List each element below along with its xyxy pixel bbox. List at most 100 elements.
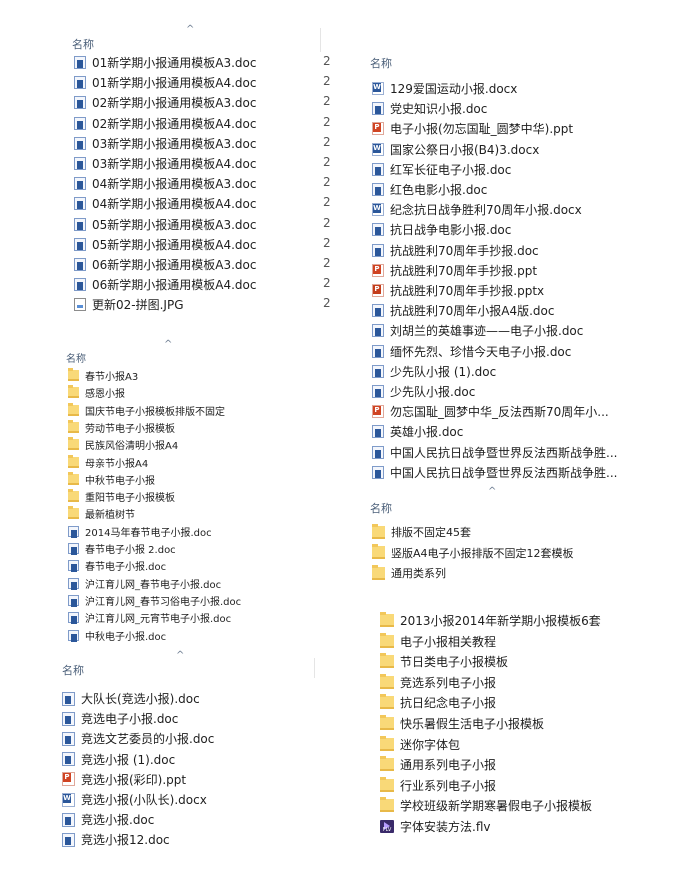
file-row[interactable]: 中国人民抗日战争暨世界反法西斯战争胜... bbox=[372, 464, 617, 481]
folder-row[interactable]: 通用系列电子小报 bbox=[380, 756, 496, 773]
file-row[interactable]: 大队长(竞选小报).doc bbox=[62, 690, 200, 707]
folder-row[interactable]: 2013小报2014年新学期小报模板6套 bbox=[380, 612, 601, 629]
file-row[interactable]: 更新02-拼图.JPG bbox=[74, 296, 184, 313]
file-row[interactable]: 中秋电子小报.doc bbox=[68, 628, 166, 643]
folder-row[interactable]: 最新植树节 bbox=[68, 506, 135, 521]
folder-row[interactable]: 通用类系列 bbox=[372, 564, 446, 581]
file-row[interactable]: 勿忘国耻_圆梦中华_反法西斯70周年小... bbox=[372, 403, 609, 420]
file-row[interactable]: 抗战胜利70周年手抄报.doc bbox=[372, 242, 539, 259]
file-row[interactable]: 抗战胜利70周年手抄报.pptx bbox=[372, 282, 544, 299]
column-separator[interactable] bbox=[314, 658, 315, 678]
file-row[interactable]: 03新学期小报通用模板A4.doc bbox=[74, 155, 257, 172]
file-row[interactable]: 02新学期小报通用模板A3.doc bbox=[74, 94, 257, 111]
file-row[interactable]: 抗战胜利70周年手抄报.ppt bbox=[372, 262, 537, 279]
file-row[interactable]: 沪江育儿网_春节习俗电子小报.doc bbox=[68, 593, 241, 608]
file-row[interactable]: 红色电影小报.doc bbox=[372, 181, 487, 198]
file-row[interactable]: 02新学期小报通用模板A4.doc bbox=[74, 115, 257, 132]
file-name: 春节小报A3 bbox=[85, 372, 139, 383]
column-separator[interactable] bbox=[320, 28, 321, 52]
folder-row[interactable]: 学校班级新学期寒暑假电子小报模板 bbox=[380, 797, 592, 814]
file-row[interactable]: 沪江育儿网_春节电子小报.doc bbox=[68, 576, 221, 591]
column-header-name[interactable]: 名称 bbox=[72, 36, 94, 52]
folder-row[interactable]: 迷你字体包 bbox=[380, 735, 460, 753]
folder-icon bbox=[380, 612, 394, 627]
file-row[interactable]: 竞选小报12.doc bbox=[62, 831, 170, 848]
file-row[interactable]: 05新学期小报通用模板A3.doc bbox=[74, 216, 257, 233]
file-row[interactable]: 03新学期小报通用模板A3.doc bbox=[74, 135, 257, 152]
file-row[interactable]: 党史知识小报.doc bbox=[372, 100, 487, 117]
file-row[interactable]: 竞选小报.doc bbox=[62, 811, 154, 828]
folder-row[interactable]: 重阳节电子小报模板 bbox=[68, 489, 175, 504]
file-row[interactable]: 纪念抗日战争胜利70周年小报.docx bbox=[372, 201, 582, 218]
word-document-icon bbox=[372, 364, 384, 378]
folder-row[interactable]: 竖版A4电子小报排版不固定12套模板 bbox=[372, 544, 574, 561]
file-row[interactable]: 中国人民抗日战争暨世界反法西斯战争胜... bbox=[372, 444, 617, 461]
file-row[interactable]: 沪江育儿网_元宵节电子小报.doc bbox=[68, 610, 231, 625]
file-row[interactable]: 红军长征电子小报.doc bbox=[372, 161, 511, 178]
file-row[interactable]: 电子小报(勿忘国耻_圆梦中华).ppt bbox=[372, 120, 573, 137]
column-header[interactable]: 名称 ^ bbox=[56, 650, 322, 680]
file-row[interactable]: 少先队小报.doc bbox=[372, 383, 475, 400]
folder-row[interactable]: 春节小报A3 bbox=[68, 368, 138, 383]
file-list-panel-c: 名称 ^ 大队长(竞选小报).doc 竞选电子小报.doc 竞选文艺委员的小报.do… bbox=[56, 650, 322, 860]
file-name: 中秋电子小报.doc bbox=[85, 631, 167, 643]
file-row[interactable]: 竞选小报 (1).doc bbox=[62, 751, 175, 768]
file-row[interactable]: 刘胡兰的英雄事迹——电子小报.doc bbox=[372, 322, 583, 339]
column-header[interactable]: 名称 bbox=[360, 42, 650, 72]
folder-row[interactable]: 行业系列电子小报 bbox=[380, 776, 496, 794]
file-row[interactable]: 竞选文艺委员的小报.doc bbox=[62, 730, 214, 747]
file-row[interactable]: 春节电子小报.doc bbox=[68, 558, 166, 573]
file-name: 05新学期小报通用模板A4.doc bbox=[92, 237, 257, 252]
column-header[interactable]: 名称 ^ bbox=[56, 338, 316, 365]
file-row[interactable]: 字体安装方法.flv bbox=[380, 818, 490, 835]
column-header-name[interactable]: 名称 bbox=[370, 500, 392, 516]
folder-row[interactable]: 快乐暑假生活电子小报模板 bbox=[380, 715, 544, 732]
word-document-icon bbox=[372, 425, 384, 439]
column-header-name[interactable]: 名称 bbox=[66, 350, 86, 365]
date-modified-cell: 2 bbox=[323, 114, 331, 129]
column-header[interactable]: 名称 ^ bbox=[362, 486, 622, 522]
column-header[interactable]: 名称 ^ bbox=[60, 20, 330, 52]
file-row[interactable]: 国家公祭日小报(B4)3.docx bbox=[372, 141, 539, 158]
file-row[interactable]: 06新学期小报通用模板A3.doc bbox=[74, 256, 257, 273]
file-row[interactable]: 05新学期小报通用模板A4.doc bbox=[74, 236, 257, 253]
file-row[interactable]: 01新学期小报通用模板A3.doc bbox=[74, 54, 257, 71]
file-row[interactable]: 2014马年春节电子小报.doc bbox=[68, 524, 212, 539]
folder-row[interactable]: 抗日纪念电子小报 bbox=[380, 694, 496, 711]
file-row[interactable]: 01新学期小报通用模板A4.doc bbox=[74, 74, 257, 91]
file-row[interactable]: 06新学期小报通用模板A4.doc bbox=[74, 276, 257, 293]
file-row[interactable]: 缅怀先烈、珍惜今天电子小报.doc bbox=[372, 343, 571, 360]
file-row[interactable]: 抗日战争电影小报.doc bbox=[372, 221, 511, 238]
folder-row[interactable]: 电子小报相关教程 bbox=[380, 632, 496, 650]
folder-icon bbox=[380, 776, 394, 792]
file-row[interactable]: 04新学期小报通用模板A4.doc bbox=[74, 195, 257, 212]
folder-icon bbox=[380, 694, 394, 710]
file-row[interactable]: 129爱国运动小报.docx bbox=[372, 80, 517, 97]
file-row[interactable]: 少先队小报 (1).doc bbox=[372, 363, 496, 380]
file-row[interactable]: 竞选小报(彩印).ppt bbox=[62, 771, 186, 788]
word-document-icon bbox=[74, 278, 86, 292]
column-header-name[interactable]: 名称 bbox=[62, 662, 84, 678]
folder-row[interactable]: 感恩小报 bbox=[68, 385, 125, 400]
folder-row[interactable]: 母亲节小报A4 bbox=[68, 454, 148, 470]
column-header-name[interactable]: 名称 bbox=[370, 55, 392, 71]
file-row[interactable]: 抗战胜利70周年小报A4版.doc bbox=[372, 302, 555, 319]
sort-ascending-icon: ^ bbox=[164, 339, 173, 350]
file-row[interactable]: 英雄小报.doc bbox=[372, 423, 463, 440]
file-row[interactable]: 春节电子小报 2.doc bbox=[68, 541, 176, 556]
folder-row[interactable]: 民族风俗清明小报A4 bbox=[68, 437, 178, 452]
file-name: 竞选文艺委员的小报.doc bbox=[81, 732, 215, 747]
file-row[interactable]: 竞选小报(小队长).docx bbox=[62, 791, 207, 808]
folder-row[interactable]: 竞选系列电子小报 bbox=[380, 673, 496, 691]
folder-row[interactable]: 国庆节电子小报模板排版不固定 bbox=[68, 402, 225, 418]
folder-row[interactable]: 排版不固定45套 bbox=[372, 523, 471, 540]
folder-row[interactable]: 劳动节电子小报模板 bbox=[68, 419, 175, 435]
folder-row[interactable]: 中秋节电子小报 bbox=[68, 471, 155, 487]
file-name: 国庆节电子小报模板排版不固定 bbox=[85, 406, 225, 418]
file-row[interactable]: 04新学期小报通用模板A3.doc bbox=[74, 175, 257, 192]
date-modified-cell: 2 bbox=[323, 195, 331, 210]
file-name: 红军长征电子小报.doc bbox=[390, 162, 512, 177]
folder-row[interactable]: 节日类电子小报模板 bbox=[380, 653, 508, 670]
file-row[interactable]: 竞选电子小报.doc bbox=[62, 710, 178, 727]
sort-ascending-icon: ^ bbox=[186, 24, 195, 35]
